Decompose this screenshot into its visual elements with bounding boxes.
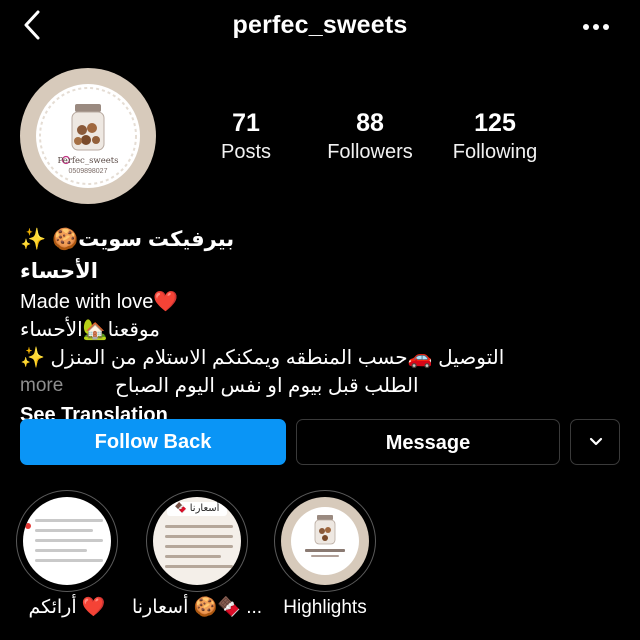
highlight-main-label: Highlights: [283, 597, 367, 618]
bio-more-row: more الطلب قبل بيوم او نفس اليوم الصباح: [20, 372, 620, 400]
display-name: بيرفيكت سويت🍪 ✨ الأحساء: [20, 228, 235, 283]
profile-bio: بيرفيكت سويت🍪 ✨ الأحساء Made with love❤️…: [20, 224, 620, 430]
highlight-main-thumbnail: [281, 497, 369, 585]
followers-stat[interactable]: 88 Followers: [305, 108, 435, 166]
more-options-icon[interactable]: [580, 16, 612, 38]
highlight-prices-badge: أسعارنا 🍫: [167, 502, 227, 516]
posts-stat[interactable]: 71 Posts: [181, 108, 311, 166]
followers-label: Followers: [327, 141, 413, 163]
top-bar: perfec_sweets: [0, 0, 640, 56]
jar-logo-icon: [305, 515, 345, 557]
highlight-prices[interactable]: أسعارنا 🍫 أسعارنا 🍪🍫 ...: [132, 490, 262, 620]
profile-username: perfec_sweets: [232, 11, 408, 39]
bio-line-2: موقعنا🏡الأحساء: [20, 319, 160, 341]
suggested-dropdown-button[interactable]: [570, 419, 620, 465]
bio-line-3: التوصيل 🚗حسب المنطقه ويمكنكم الاستلام من…: [20, 347, 505, 369]
following-label: Following: [452, 141, 538, 163]
highlight-reviews-thumbnail: [23, 497, 111, 585]
bio-line-4: الطلب قبل بيوم او نفس اليوم الصباح: [115, 375, 419, 397]
highlight-main[interactable]: Highlights: [274, 490, 376, 620]
posts-count: 71: [232, 109, 260, 137]
highlight-reviews[interactable]: أرائكم ❤️: [16, 490, 118, 620]
followers-count: 88: [356, 109, 384, 137]
avatar-handle-text: Perfec_sweets: [57, 156, 119, 166]
profile-avatar[interactable]: Perfec_sweets 0509898027: [20, 68, 156, 204]
chevron-down-icon: [589, 437, 603, 446]
bio-more-link[interactable]: more: [20, 372, 63, 400]
profile-stats: 71 Posts 88 Followers 125 Following: [196, 108, 626, 168]
bio-line-1: Made with love❤️: [20, 291, 179, 313]
following-stat[interactable]: 125 Following: [430, 108, 560, 166]
follow-back-button[interactable]: Follow Back: [20, 419, 286, 465]
avatar-logo: Perfec_sweets 0509898027: [36, 84, 140, 188]
highlight-reviews-label: أرائكم ❤️: [28, 597, 106, 618]
highlight-prices-thumbnail: أسعارنا 🍫: [153, 497, 241, 585]
avatar-phone-text: 0509898027: [68, 168, 108, 175]
following-count: 125: [474, 109, 516, 137]
message-button[interactable]: Message: [296, 419, 560, 465]
posts-label: Posts: [220, 141, 272, 163]
highlight-prices-label: أسعارنا 🍪🍫 ...: [131, 597, 263, 618]
